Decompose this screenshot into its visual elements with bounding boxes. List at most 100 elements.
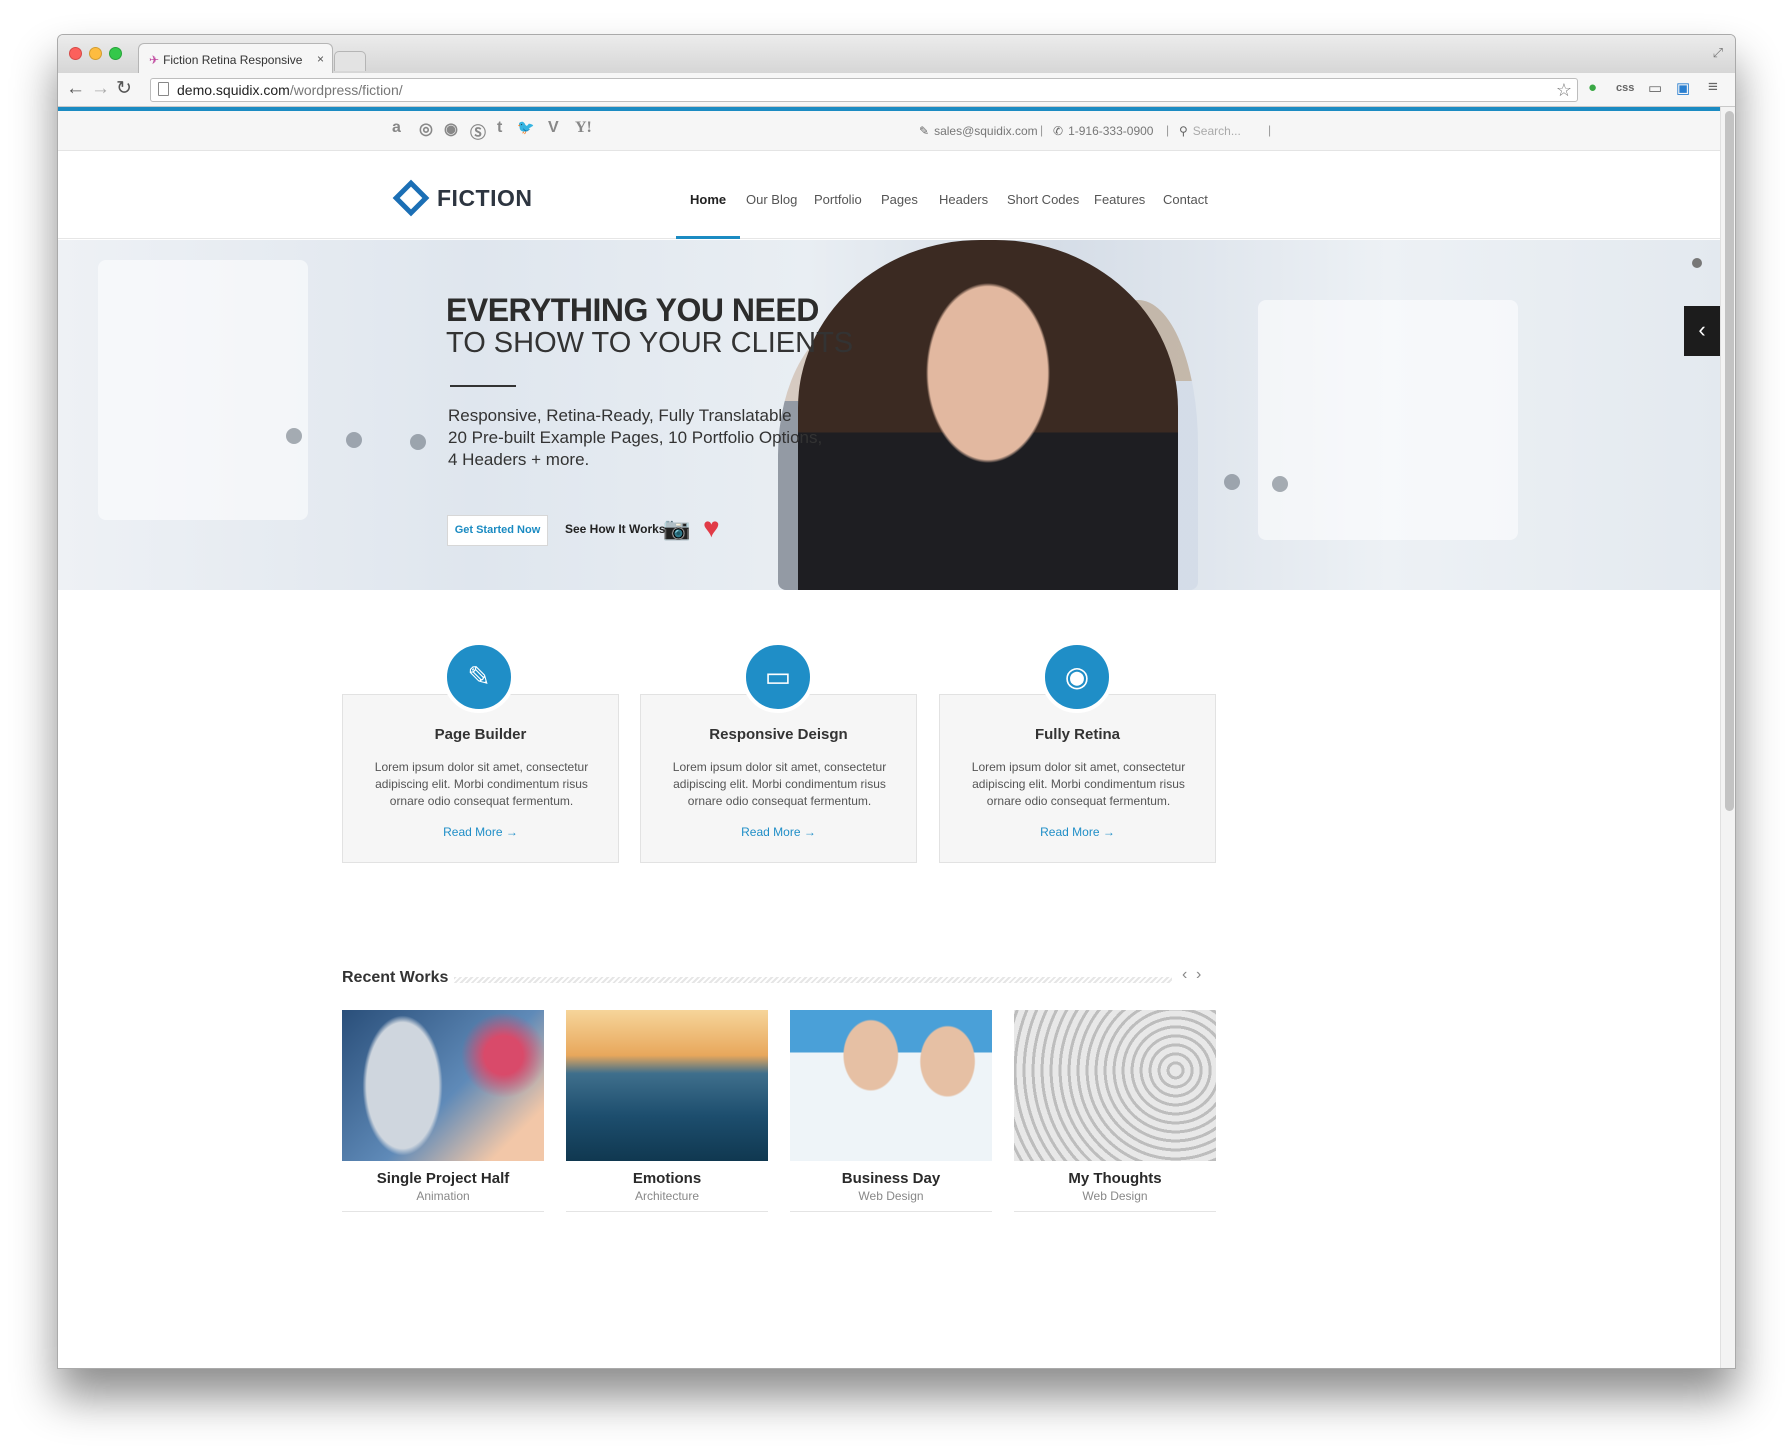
tumblr-icon[interactable]: t	[497, 119, 502, 137]
tab-title: Fiction Retina Responsive	[163, 53, 303, 67]
phone-app-image	[342, 1010, 544, 1161]
nav-pages[interactable]: Pages	[881, 192, 918, 207]
office-interior-image	[1014, 1010, 1216, 1161]
search-icon: ⚲	[1179, 124, 1188, 138]
browser-window: ✈ Fiction Retina Responsive × ⤢ ← → ↻ dem…	[57, 34, 1736, 1369]
browser-toolbar: ← → ↻ demo.squidix.com/wordpress/fiction…	[58, 73, 1735, 107]
nav-short-codes[interactable]: Short Codes	[1007, 192, 1079, 207]
nav-headers[interactable]: Headers	[939, 192, 988, 207]
site-header: FICTION Home Our Blog Portfolio Pages He…	[58, 152, 1720, 239]
nav-portfolio[interactable]: Portfolio	[814, 192, 862, 207]
nav-our-blog[interactable]: Our Blog	[746, 192, 797, 207]
laptop-icon: ▭	[742, 641, 814, 713]
title-bar: ✈ Fiction Retina Responsive × ⤢	[58, 35, 1735, 73]
slider-prev-arrow[interactable]: ‹	[1684, 306, 1720, 356]
eye-icon: ◉	[1041, 641, 1113, 713]
background-cabinet	[98, 260, 308, 520]
hero-line: Responsive, Retina-Ready, Fully Translat…	[448, 406, 792, 425]
feature-text: Lorem ipsum dolor sit amet, consectetur …	[672, 760, 887, 808]
background-knob	[346, 432, 362, 448]
work-category: Web Design	[858, 1189, 924, 1203]
hero-divider	[450, 385, 516, 387]
menu-icon[interactable]: ≡	[1708, 77, 1718, 97]
phone-icon: ✆	[1053, 124, 1064, 138]
logo-diamond-icon	[392, 179, 430, 217]
css-extension-icon[interactable]: css	[1616, 82, 1634, 94]
minimize-window-button[interactable]	[89, 47, 102, 60]
read-more-link[interactable]: Read More →	[641, 825, 916, 839]
forward-icon[interactable]: →	[91, 78, 110, 100]
work-title: Single Project Half	[376, 1170, 510, 1187]
recent-works-title: Recent Works	[342, 969, 449, 986]
yahoo-icon[interactable]: Y!	[575, 119, 592, 137]
page-icon	[158, 82, 169, 96]
bookmark-star-icon[interactable]: ☆	[1556, 80, 1572, 101]
nav-home[interactable]: Home	[690, 192, 726, 207]
close-window-button[interactable]	[69, 47, 82, 60]
webpage: a ◎ ◉ Ⓢ t 🐦 V Y! ✎ sales@squidix.com | ✆ 1…	[58, 107, 1720, 1368]
picasa-icon[interactable]: ◉	[444, 119, 458, 139]
work-category: Architecture	[634, 1189, 700, 1203]
background-knob	[1224, 474, 1240, 490]
scrollbar-thumb[interactable]	[1725, 111, 1734, 811]
read-more-link[interactable]: Read More →	[343, 825, 618, 839]
carousel-next-icon[interactable]: ›	[1196, 966, 1201, 984]
separator: |	[1166, 123, 1170, 137]
vimeo-icon[interactable]: V	[548, 119, 559, 137]
back-icon[interactable]: ←	[66, 78, 85, 100]
zoom-window-button[interactable]	[109, 47, 122, 60]
hero-description: Responsive, Retina-Ready, Fully Translat…	[448, 405, 822, 471]
work-item[interactable]: Emotions Architecture	[566, 1010, 768, 1212]
work-category: Animation	[416, 1189, 470, 1203]
work-item[interactable]: Single Project Half Animation	[342, 1010, 544, 1212]
hero-line: 4 Headers + more.	[448, 450, 590, 469]
browser-tab[interactable]: ✈ Fiction Retina Responsive ×	[138, 43, 333, 73]
business-meeting-image	[790, 1010, 992, 1161]
new-tab-button[interactable]	[334, 51, 366, 71]
nav-contact[interactable]: Contact	[1163, 192, 1208, 207]
separator: |	[1268, 123, 1272, 137]
search-field[interactable]: ⚲ Search...	[1179, 124, 1241, 138]
feature-card: Page Builder Lorem ipsum dolor sit amet,…	[342, 694, 619, 863]
read-more-link[interactable]: Read More →	[940, 825, 1215, 839]
nav-features[interactable]: Features	[1094, 192, 1145, 207]
work-category: Web Design	[1082, 1189, 1148, 1203]
evernote-extension-icon[interactable]: ●	[1588, 79, 1597, 96]
see-how-it-works-link[interactable]: See How It Works	[565, 522, 665, 536]
heart-icon: ♥	[703, 512, 720, 543]
dribbble-icon[interactable]: ◎	[419, 119, 433, 139]
search-placeholder: Search...	[1192, 124, 1241, 138]
url-host: demo.squidix.com	[177, 82, 290, 98]
skype-icon[interactable]: Ⓢ	[470, 119, 486, 143]
hero-subtitle: TO SHOW TO YOUR CLIENTS	[446, 327, 854, 359]
logo-text: FICTION	[437, 185, 533, 211]
background-knob	[1272, 476, 1288, 492]
feature-card: Responsive Deisgn Lorem ipsum dolor sit …	[640, 694, 917, 863]
camera-icon: 📷	[663, 516, 691, 541]
background-cabinet	[1258, 300, 1518, 540]
work-title: Emotions	[632, 1170, 702, 1187]
feature-title: Responsive Deisgn	[709, 726, 848, 743]
pencil-icon: ✎	[443, 641, 515, 713]
tab-close-icon[interactable]: ×	[317, 52, 324, 66]
address-bar[interactable]: demo.squidix.com/wordpress/fiction/ ☆	[150, 78, 1578, 102]
carousel-prev-icon[interactable]: ‹	[1182, 966, 1187, 984]
cast-icon[interactable]: ▭	[1648, 79, 1662, 97]
get-started-button[interactable]: Get Started Now	[447, 515, 548, 546]
sailing-ocean-image	[566, 1010, 768, 1161]
feature-text: Lorem ipsum dolor sit amet, consectetur …	[374, 760, 589, 808]
fullscreen-icon[interactable]: ⤢	[1713, 45, 1723, 61]
page-scrollbar[interactable]	[1720, 107, 1735, 1368]
work-item[interactable]: My Thoughts Web Design	[1014, 1010, 1216, 1212]
feature-title: Page Builder	[434, 726, 527, 743]
phone-link[interactable]: ✆ 1-916-333-0900	[1053, 124, 1153, 138]
url-path: /wordpress/fiction/	[289, 82, 403, 98]
twitter-icon[interactable]: 🐦	[517, 119, 534, 136]
reload-icon[interactable]: ↻	[116, 78, 132, 100]
amazon-icon[interactable]: a	[392, 119, 401, 137]
work-item[interactable]: Business Day Web Design	[790, 1010, 992, 1212]
screenshot-extension-icon[interactable]: ▣	[1676, 79, 1690, 97]
email-link[interactable]: ✎ sales@squidix.com	[919, 124, 1038, 138]
slider-pagination-dot[interactable]	[1692, 258, 1702, 268]
background-knob	[410, 434, 426, 450]
